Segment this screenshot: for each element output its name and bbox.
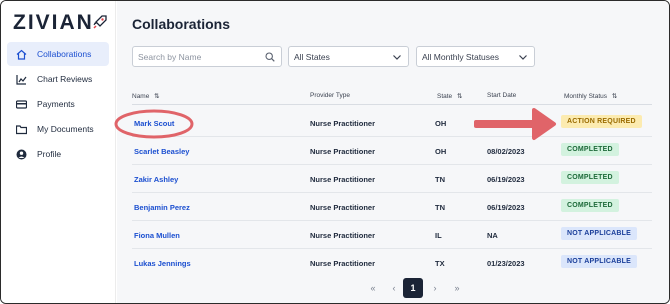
start-date: 06/19/2023 [487,175,525,184]
next-page-button[interactable]: › [425,278,445,298]
rocket-icon [93,15,107,29]
column-header-state[interactable]: State ⇅ [437,92,462,100]
status-badge: COMPLETED [561,199,619,212]
sidebar: ZIVIAN Collaborations Chart Reviews Paym… [1,1,116,303]
status-badge: NOT APPLICABLE [561,255,637,268]
last-page-button[interactable]: » [447,278,467,298]
card-icon [15,98,27,110]
provider-type: Nurse Practitioner [310,259,376,268]
sort-icon[interactable]: ⇅ [154,93,159,100]
main-content: Collaborations Search by Name All States… [117,1,669,303]
pagination: « ‹ 1 › » [363,278,463,300]
search-placeholder: Search by Name [138,51,202,62]
column-header-label: Name [132,93,150,100]
sidebar-item-my-documents[interactable]: My Documents [7,117,109,141]
app-window: ZIVIAN Collaborations Chart Reviews Paym… [0,0,670,304]
column-header-label: Monthly Status [564,93,607,100]
sidebar-item-label: Profile [37,149,62,159]
table-row: Scarlet Beasley Nurse Practitioner OH 08… [132,137,652,165]
home-icon [15,48,27,60]
provider-type: Nurse Practitioner [310,147,376,156]
provider-type: Nurse Practitioner [310,175,376,184]
provider-type: Nurse Practitioner [310,231,376,240]
previous-page-button[interactable]: ‹ [384,278,404,298]
state: IL [435,231,442,240]
sidebar-item-label: Collaborations [37,49,92,59]
table-row: Lukas Jennings Nurse Practitioner TX 01/… [132,249,652,277]
provider-type: Nurse Practitioner [310,119,376,128]
provider-name-link[interactable]: Benjamin Perez [134,203,190,212]
table-row: Fiona Mullen Nurse Practitioner IL NA NO… [132,221,652,249]
page-title: Collaborations [132,16,231,32]
sort-icon[interactable]: ⇅ [612,93,617,100]
chart-icon [15,73,27,85]
sidebar-item-profile[interactable]: Profile [7,142,109,166]
state: OH [435,147,447,156]
status-badge: COMPLETED [561,143,619,156]
state: OH [435,119,447,128]
first-page-button[interactable]: « [363,278,383,298]
status-badge: ACTION REQUIRED [561,115,642,128]
start-date: 06/19/2023 [487,203,525,212]
table-row: Benjamin Perez Nurse Practitioner TN 06/… [132,193,652,221]
sidebar-item-payments[interactable]: Payments [7,92,109,116]
column-header-provider-type: Provider Type [310,92,350,99]
start-date: 01/23/2023 [487,259,525,268]
column-header-label: State [437,93,453,100]
header-divider [132,104,652,105]
folder-icon [15,123,27,135]
chevron-down-icon [393,55,401,60]
sidebar-item-collaborations[interactable]: Collaborations [7,42,109,66]
app-logo: ZIVIAN [13,11,94,34]
states-select-value: All States [294,51,330,62]
user-icon [15,148,27,160]
sidebar-item-label: Payments [37,99,75,109]
state: TX [435,259,445,268]
column-header-name[interactable]: Name ⇅ [132,92,160,100]
state: TN [435,203,445,212]
start-date: 08/02/2023 [487,147,525,156]
table-row: Mark Scout Nurse Practitioner OH ACTION … [132,109,652,137]
provider-name-link[interactable]: Lukas Jennings [134,259,191,268]
provider-name-link[interactable]: Zakir Ashley [134,175,178,184]
search-input[interactable]: Search by Name [132,46,282,67]
sidebar-nav: Collaborations Chart Reviews Payments My… [7,42,109,167]
monthly-status-select[interactable]: All Monthly Statuses [416,46,535,67]
search-icon [265,52,275,62]
monthly-status-select-value: All Monthly Statuses [422,51,500,62]
status-badge: NOT APPLICABLE [561,227,637,240]
provider-name-link[interactable]: Fiona Mullen [134,231,180,240]
start-date: NA [487,231,498,240]
states-select[interactable]: All States [288,46,409,67]
sort-icon[interactable]: ⇅ [457,93,462,100]
status-badge: COMPLETED [561,171,619,184]
table-row: Zakir Ashley Nurse Practitioner TN 06/19… [132,165,652,193]
chevron-down-icon [519,55,527,60]
page-number-button[interactable]: 1 [403,278,423,298]
provider-name-link[interactable]: Mark Scout [134,119,174,128]
sidebar-item-label: Chart Reviews [37,74,93,84]
column-header-monthly-status[interactable]: Monthly Status ⇅ [564,92,617,100]
sidebar-item-label: My Documents [37,124,94,134]
column-header-start-date: Start Date [487,92,517,99]
sidebar-item-chart-reviews[interactable]: Chart Reviews [7,67,109,91]
state: TN [435,175,445,184]
provider-type: Nurse Practitioner [310,203,376,212]
provider-name-link[interactable]: Scarlet Beasley [134,147,189,156]
